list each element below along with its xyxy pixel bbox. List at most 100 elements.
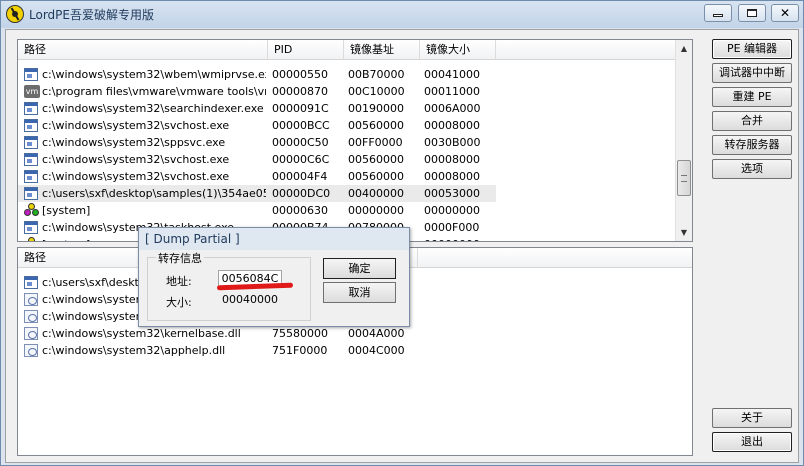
cell-image-base: 00560000 [348, 153, 404, 166]
cell-pid: 000004F4 [272, 170, 328, 183]
vmware-icon: vm [24, 85, 40, 98]
application-icon [24, 119, 38, 132]
scroll-thumb[interactable] [677, 160, 691, 196]
size-input[interactable]: 00040000 [218, 292, 282, 310]
about-button[interactable]: 关于 [712, 408, 792, 428]
dll-icon [24, 293, 38, 306]
application-icon [24, 136, 38, 149]
scroll-up-arrow-icon[interactable]: ▲ [676, 40, 692, 57]
cell-pid: 00000C50 [272, 136, 329, 149]
dll-icon [24, 344, 38, 357]
cell-path: c:\windows\system32\searchindexer.exe [42, 102, 264, 115]
cell-module-path: c:\windows\system32\kernelbase.dll [42, 327, 241, 340]
col-header-image-size[interactable]: 镜像大小 [420, 40, 496, 60]
cell-image-size: 0000F000 [424, 221, 480, 234]
break-on-debugger-button[interactable]: 调试器中中断 [712, 63, 792, 83]
pe-editor-button[interactable]: PE 编辑器 [712, 39, 792, 59]
cell-image-base: 00190000 [348, 102, 404, 115]
dump-partial-dialog: [ Dump Partial ] 转存信息 地址: 0056084C 大小: 0… [138, 227, 410, 327]
cell-image-size: 00008000 [424, 119, 480, 132]
process-list[interactable]: 路径 PID 镜像基址 镜像大小 c:\windows\system32\wbe… [17, 39, 693, 242]
cell-image-size: 00008000 [424, 170, 480, 183]
cell-image-base: 00B70000 [348, 68, 405, 81]
process-list-scrollbar[interactable]: ▲ ▼ [675, 40, 692, 241]
cell-image-size: 0006A000 [424, 102, 481, 115]
col-header-image-base[interactable]: 镜像基址 [344, 40, 420, 60]
cell-path: c:\users\sxf\desktop\samples(1)\354ae05b… [42, 187, 266, 200]
system-process-icon [24, 203, 40, 218]
cell-pid: 00000C6C [272, 153, 330, 166]
application-icon [24, 170, 38, 183]
cell-pid: 00000550 [272, 68, 328, 81]
process-row[interactable]: c:\windows\system32\searchindexer.exe 000… [18, 100, 496, 117]
app-logo-icon [6, 5, 24, 23]
maximize-icon [747, 9, 757, 17]
merge-button[interactable]: 合并 [712, 111, 792, 131]
cell-image-base: 00560000 [348, 119, 404, 132]
process-row[interactable]: c:\windows\system32\wbem\wmiprvse.exe 000… [18, 66, 496, 83]
application-icon [24, 221, 38, 234]
cell-image-size: 00041000 [424, 68, 480, 81]
application-icon [24, 68, 38, 81]
group-label: 转存信息 [156, 250, 204, 266]
dialog-title[interactable]: [ Dump Partial ] [139, 228, 409, 250]
process-list-header: 路径 PID 镜像基址 镜像大小 [18, 40, 692, 60]
cell-path: c:\program files\vmware\vmware tools\vmt… [42, 85, 266, 98]
cell-image-base: 00FF0000 [348, 136, 403, 149]
maximize-button[interactable] [738, 4, 766, 22]
col-header-path[interactable]: 路径 [18, 40, 268, 60]
rebuild-pe-button[interactable]: 重建 PE [712, 87, 792, 107]
process-row[interactable]: [system] 00000630 00000000 00000000 [18, 202, 496, 219]
dump-server-button[interactable]: 转存服务器 [712, 135, 792, 155]
cell-path: c:\windows\system32\sppsvc.exe [42, 136, 226, 149]
module-row[interactable]: c:\windows\system32\apphelp.dll 751F0000 0… [18, 342, 496, 359]
title-bar[interactable]: LordPE吾爱破解专用版 ✕ [1, 1, 803, 28]
application-icon [24, 102, 38, 115]
cell-path: c:\windows\system32\svchost.exe [42, 170, 230, 183]
cancel-button[interactable]: 取消 [323, 282, 396, 303]
close-button[interactable]: ✕ [771, 4, 799, 22]
process-row[interactable]: c:\windows\system32\svchost.exe 00000C6C 0… [18, 151, 496, 168]
exit-button[interactable]: 退出 [712, 432, 792, 452]
cell-image-size: 00000000 [424, 236, 494, 241]
close-icon: ✕ [779, 6, 791, 20]
system-process-icon [24, 237, 40, 241]
cell-image-base: 00560000 [348, 170, 404, 183]
application-icon [24, 187, 38, 200]
process-row[interactable]: c:\windows\system32\svchost.exe 000004F4 0… [18, 168, 496, 185]
cell-image-size: 00008000 [424, 153, 480, 166]
ok-button[interactable]: 确定 [323, 258, 396, 279]
cell-module-size: 0004A000 [348, 327, 405, 340]
dll-icon [24, 327, 38, 340]
process-row[interactable]: c:\windows\system32\svchost.exe 00000BCC 0… [18, 117, 496, 134]
cell-image-base: 00C10000 [348, 85, 405, 98]
scroll-down-arrow-icon[interactable]: ▼ [676, 224, 692, 241]
cell-pid: 0000091C [272, 102, 329, 115]
main-window: LordPE吾爱破解专用版 ✕ 路径 PID 镜像基址 镜像大小 c:\wind… [0, 0, 804, 466]
module-row[interactable]: c:\windows\system32\kernelbase.dll 755800… [18, 325, 496, 342]
cell-path: c:\windows\system32\svchost.exe [42, 119, 230, 132]
options-button[interactable]: 选项 [712, 159, 792, 179]
window-title: LordPE吾爱破解专用版 [29, 8, 154, 22]
cell-module-base: 75580000 [272, 327, 328, 340]
cell-pid: 00000DC0 [272, 187, 331, 200]
cell-image-base: 00000000 [348, 204, 404, 217]
minimize-icon [713, 14, 723, 17]
minimize-button[interactable] [704, 4, 732, 22]
cell-module-size: 0004C000 [348, 344, 405, 357]
cell-module-path: c:\windows\system32\apphelp.dll [42, 344, 226, 357]
cell-image-size: 00053000 [424, 187, 480, 200]
cell-pid: 00000870 [272, 85, 328, 98]
col-header-pid[interactable]: PID [268, 40, 344, 60]
cell-pid: 00000BCC [272, 119, 330, 132]
process-row[interactable]: c:\windows\system32\sppsvc.exe 00000C50 00… [18, 134, 496, 151]
size-label: 大小: [166, 296, 192, 309]
application-icon [24, 153, 38, 166]
process-row[interactable]: vm c:\program files\vmware\vmware tools\v… [18, 83, 496, 100]
cell-image-size: 00000000 [424, 204, 480, 217]
cell-path: c:\windows\system32\wbem\wmiprvse.exe [42, 68, 266, 81]
cell-image-size: 00011000 [424, 85, 480, 98]
process-row[interactable]: c:\users\sxf\desktop\samples(1)\354ae05b… [18, 185, 496, 202]
application-icon [24, 276, 38, 289]
cell-image-base: 00400000 [348, 187, 404, 200]
